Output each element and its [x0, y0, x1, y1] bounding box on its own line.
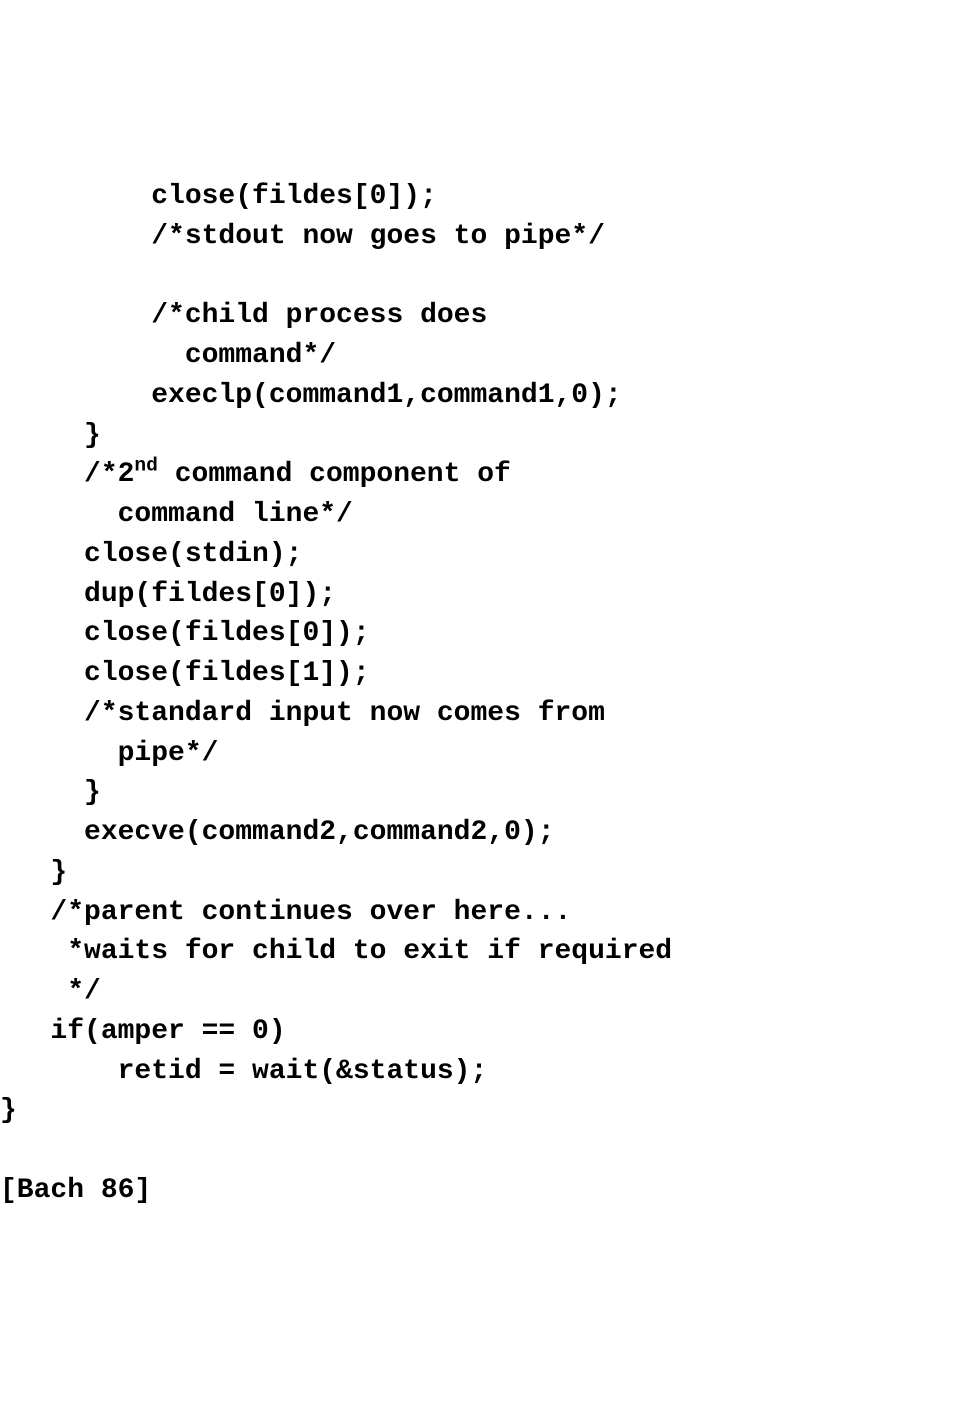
code-line: /*2nd command component of — [0, 459, 511, 490]
code-line: pipe*/ — [0, 738, 218, 769]
code-line: close(stdin); — [0, 539, 302, 570]
citation: [Bach 86] — [0, 1175, 151, 1206]
code-line: } — [0, 777, 101, 808]
code-line: } — [0, 420, 101, 451]
code-line: retid = wait(&status); — [0, 1056, 487, 1087]
code-line: } — [0, 1095, 17, 1126]
code-line: /*parent continues over here... — [0, 897, 571, 928]
code-line: dup(fildes[0]); — [0, 579, 336, 610]
code-line: close(fildes[0]); — [0, 618, 370, 649]
code-line: execlp(command1,command1,0); — [0, 380, 622, 411]
code-line: *waits for child to exit if required — [0, 936, 672, 967]
code-line: if(amper == 0) — [0, 1016, 286, 1047]
code-line: */ — [0, 976, 101, 1007]
code-line: } — [0, 857, 67, 888]
code-line: command line*/ — [0, 499, 353, 530]
code-line: close(fildes[0]); — [0, 181, 437, 212]
code-line: /*standard input now comes from — [0, 698, 605, 729]
code-line: execve(command2,command2,0); — [0, 817, 555, 848]
code-block: close(fildes[0]); /*stdout now goes to p… — [0, 177, 960, 1211]
superscript: nd — [134, 455, 158, 477]
code-line: /*child process does — [0, 300, 487, 331]
code-line: /*stdout now goes to pipe*/ — [0, 221, 605, 252]
code-line: command*/ — [0, 340, 336, 371]
code-line: close(fildes[1]); — [0, 658, 370, 689]
